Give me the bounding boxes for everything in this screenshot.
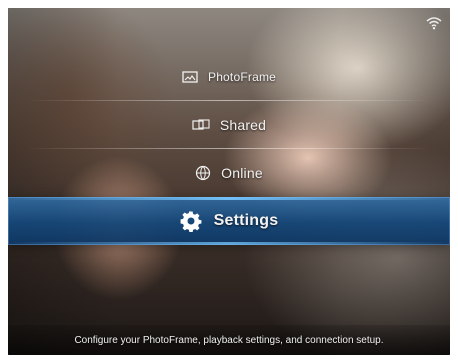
menu-item-settings[interactable]: Settings — [8, 197, 450, 245]
menu-item-label: Shared — [219, 117, 267, 133]
menu-item-online[interactable]: Online — [26, 149, 432, 197]
photo-frame-screen: PhotoFrame Shared Online Settings Config… — [8, 8, 450, 355]
help-text: Configure your PhotoFrame, playback sett… — [74, 334, 384, 346]
shared-icon — [192, 119, 210, 131]
globe-icon — [195, 165, 211, 181]
main-menu: PhotoFrame Shared Online Settings — [8, 53, 450, 245]
status-bar: Configure your PhotoFrame, playback sett… — [8, 325, 450, 355]
menu-item-label: Settings — [213, 212, 279, 229]
gear-icon — [180, 210, 202, 232]
wifi-icon — [426, 16, 442, 30]
menu-item-label: PhotoFrame — [207, 70, 277, 84]
menu-item-label: Online — [221, 165, 263, 181]
menu-item-shared[interactable]: Shared — [26, 101, 432, 149]
menu-item-photoframe[interactable]: PhotoFrame — [26, 53, 432, 101]
photo-frame-icon — [182, 71, 198, 83]
